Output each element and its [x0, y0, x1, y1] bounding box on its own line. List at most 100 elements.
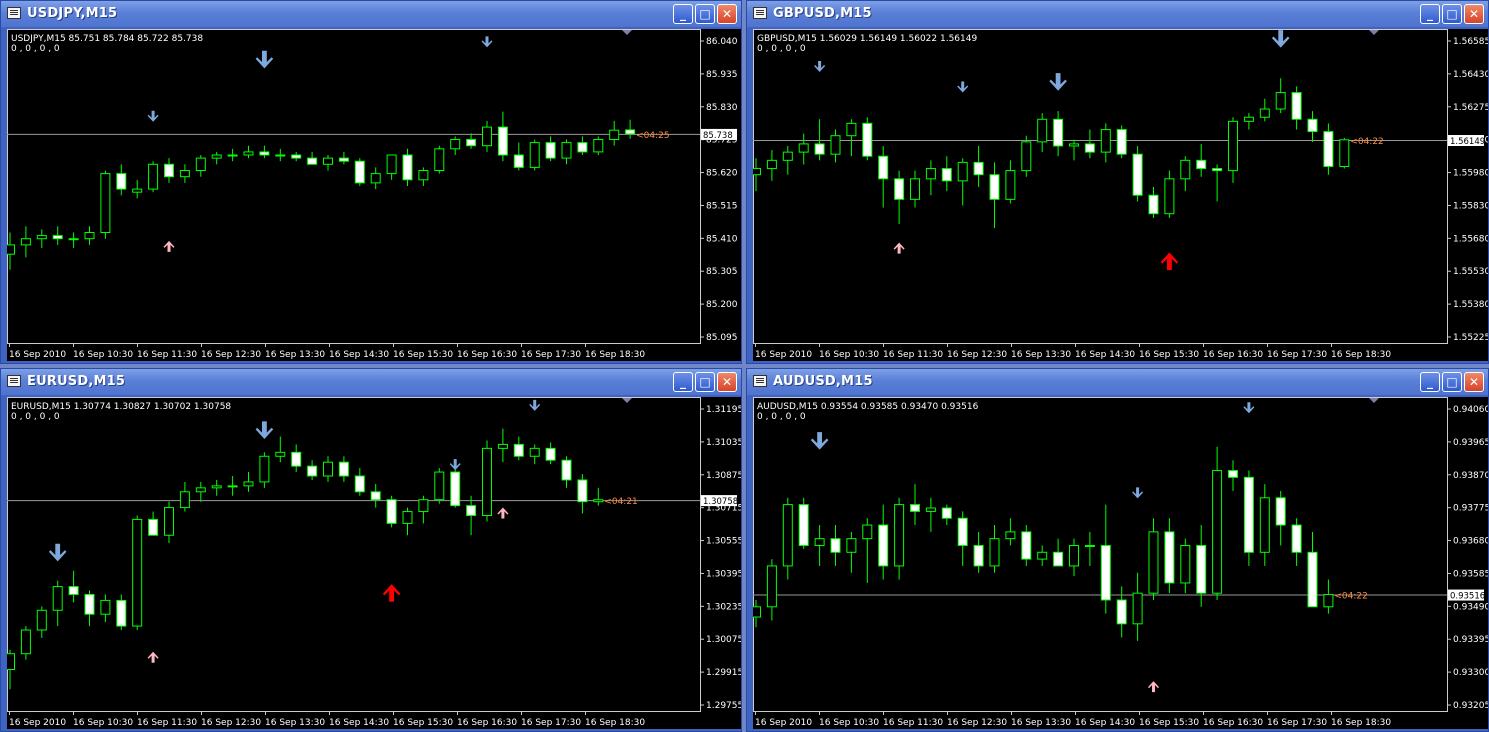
- candle-bear: [577, 142, 588, 153]
- indicator-values: 0 , 0 , 0 , 0: [757, 44, 806, 54]
- candle-bull: [753, 168, 761, 176]
- window-audusd[interactable]: AUDUSD,M15 _ □ ✕ 0.94060 0.93965 0.93870 0.…: [746, 368, 1489, 732]
- time-label: 16 Sep 15:30: [1139, 350, 1199, 360]
- candle-bull: [1259, 108, 1270, 118]
- time-label: 16 Sep 2010: [755, 718, 812, 728]
- plot-frame: [753, 29, 1448, 344]
- plot-frame: [7, 29, 701, 344]
- candle-bull: [243, 151, 254, 156]
- price-tick-label: 1.31035: [706, 438, 741, 448]
- time-label: 16 Sep 17:30: [521, 350, 581, 360]
- candle-bull: [20, 629, 31, 655]
- close-button[interactable]: ✕: [1464, 4, 1484, 24]
- candle-bear: [1307, 551, 1318, 608]
- maximize-button[interactable]: □: [695, 4, 715, 24]
- close-button[interactable]: ✕: [717, 4, 737, 24]
- candle-bear: [116, 599, 127, 627]
- buy-arrow-icon: [1160, 252, 1179, 271]
- titlebar[interactable]: GBPUSD,M15 _ □ ✕: [747, 1, 1488, 27]
- minimize-button[interactable]: _: [1420, 372, 1440, 392]
- buy-arrow-icon: [893, 242, 905, 254]
- chart-area[interactable]: 86.040 85.935 85.830 85.725 85.620 85.515 85.4…: [7, 29, 741, 361]
- price-tick-label: 0.93870: [1453, 471, 1488, 481]
- window-eurusd[interactable]: EURUSD,M15 _ □ ✕ 1.31195 1.31035 1.30875 1.…: [0, 368, 742, 732]
- candle-bear: [894, 178, 905, 200]
- maximize-button[interactable]: □: [1442, 4, 1462, 24]
- candle-bull: [1005, 170, 1016, 200]
- candle-bull: [402, 511, 413, 524]
- candlestick-chart[interactable]: 86.04085.93585.83085.72585.62085.51585.4…: [7, 29, 741, 361]
- candle-bull: [1164, 178, 1175, 215]
- time-label: 16 Sep 2010: [9, 718, 66, 728]
- candle-bear: [1291, 92, 1302, 120]
- chart-area[interactable]: 1.565851.564301.562751.561201.559801.558…: [753, 29, 1488, 361]
- time-label: 16 Sep 14:30: [329, 350, 389, 360]
- candle-bull: [227, 485, 238, 488]
- candle-bull: [450, 139, 461, 150]
- candle-bear: [1053, 551, 1064, 567]
- sell-arrow-icon: [1271, 30, 1290, 48]
- close-button[interactable]: ✕: [717, 372, 737, 392]
- candle-bear: [386, 499, 397, 524]
- titlebar[interactable]: USDJPY,M15 _ □ ✕: [1, 1, 741, 27]
- price-tick-label: 85.095: [706, 333, 738, 343]
- candle-bear: [1132, 153, 1143, 196]
- candle-bull: [164, 507, 174, 536]
- chart-window-icon: [753, 7, 767, 19]
- titlebar[interactable]: AUDUSD,M15 _ □ ✕: [747, 369, 1488, 395]
- candle-bull: [482, 126, 492, 147]
- candle-bull: [1084, 544, 1095, 547]
- chart-area[interactable]: 0.94060 0.93965 0.93870 0.93775 0.93680 0.935…: [753, 397, 1488, 729]
- maximize-button[interactable]: □: [695, 372, 715, 392]
- candle-bear: [1275, 497, 1286, 526]
- candle-bear: [957, 517, 968, 546]
- minimize-button[interactable]: _: [1420, 4, 1440, 24]
- candle-bull: [609, 129, 620, 140]
- window-gbpusd[interactable]: GBPUSD,M15 _ □ ✕ 1.56585 1.56430 1.56275 1.…: [746, 0, 1489, 364]
- chart-area[interactable]: 1.31195 1.31035 1.30875 1.30715 1.30555 1.303…: [7, 397, 741, 729]
- candle-bull: [7, 653, 15, 671]
- candle-bear: [164, 163, 174, 178]
- candle-bull: [846, 122, 857, 137]
- candlestick-chart[interactable]: 1.311951.310351.308751.307151.305551.303…: [7, 397, 741, 729]
- candle-bull: [529, 447, 540, 457]
- candle-bull: [846, 538, 857, 553]
- window-title: EURUSD,M15: [27, 374, 126, 389]
- candle-bull: [434, 148, 445, 172]
- chart-shift-marker: [1369, 30, 1379, 35]
- candle-bear: [259, 151, 270, 156]
- candle-bear: [68, 586, 79, 595]
- candlestick-chart[interactable]: 0.94060 0.93965 0.93870 0.93775 0.93680 0.935…: [753, 397, 1488, 729]
- candle-bear: [338, 461, 349, 477]
- candle-bull: [1339, 139, 1350, 167]
- window-title: USDJPY,M15: [27, 6, 118, 21]
- time-label: 16 Sep 12:30: [947, 718, 1007, 728]
- window-usdjpy[interactable]: USDJPY,M15 _ □ ✕ 86.040 85.935 85.830 85.72…: [0, 0, 742, 364]
- candle-bull: [1212, 470, 1223, 594]
- minimize-button[interactable]: _: [673, 372, 693, 392]
- close-button[interactable]: ✕: [1464, 372, 1484, 392]
- maximize-button[interactable]: □: [1442, 372, 1462, 392]
- time-label: 16 Sep 17:30: [1267, 350, 1327, 360]
- time-label: 16 Sep 18:30: [585, 718, 645, 728]
- price-tick-label: 0.93205: [1453, 701, 1488, 711]
- time-label: 16 Sep 16:30: [1203, 718, 1263, 728]
- titlebar[interactable]: EURUSD,M15 _ □ ✕: [1, 369, 741, 395]
- window-title: AUDUSD,M15: [773, 374, 873, 389]
- candlestick-chart[interactable]: 1.565851.564301.562751.561201.559801.558…: [753, 29, 1488, 361]
- candle-bull: [497, 443, 508, 449]
- candle-bear: [545, 447, 556, 461]
- time-label: 16 Sep 13:30: [265, 350, 325, 360]
- candle-bull: [561, 142, 572, 159]
- price-tick-label: 1.55680: [1453, 234, 1488, 244]
- candle-bull: [1037, 551, 1048, 560]
- candle-bull: [1243, 116, 1254, 122]
- current-price-label: 1.56149: [1450, 137, 1485, 147]
- sell-arrow-icon: [147, 110, 159, 122]
- time-label: 16 Sep 11:30: [883, 350, 943, 360]
- time-label: 16 Sep 13:30: [1011, 350, 1071, 360]
- minimize-button[interactable]: _: [673, 4, 693, 24]
- candle-bull: [7, 244, 15, 255]
- time-label: 16 Sep 12:30: [201, 718, 261, 728]
- symbol-info: AUDUSD,M15 0.93554 0.93585 0.93470 0.935…: [757, 402, 979, 412]
